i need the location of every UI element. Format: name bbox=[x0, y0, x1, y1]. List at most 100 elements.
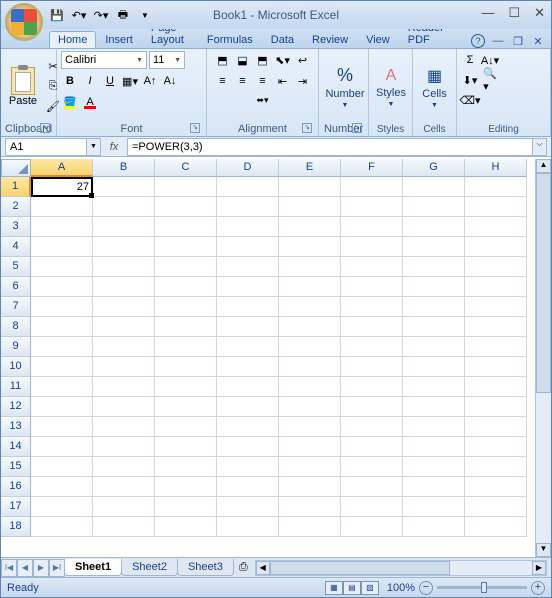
cell-H1[interactable] bbox=[465, 177, 527, 197]
merge-center-button[interactable]: ⬌▾ bbox=[233, 93, 293, 108]
column-header-E[interactable]: E bbox=[279, 159, 341, 177]
row-header-7[interactable]: 7 bbox=[1, 297, 31, 317]
cell-F14[interactable] bbox=[341, 437, 403, 457]
formula-input[interactable]: =POWER(3,3)⌵ bbox=[127, 138, 547, 156]
mdi-restore-icon[interactable]: ❐ bbox=[511, 34, 525, 48]
cell-C3[interactable] bbox=[155, 217, 217, 237]
font-color-button[interactable]: A bbox=[81, 93, 99, 111]
cell-C17[interactable] bbox=[155, 497, 217, 517]
cell-G1[interactable] bbox=[403, 177, 465, 197]
cell-E8[interactable] bbox=[279, 317, 341, 337]
row-header-11[interactable]: 11 bbox=[1, 377, 31, 397]
cell-C7[interactable] bbox=[155, 297, 217, 317]
cell-A10[interactable] bbox=[31, 357, 93, 377]
cell-G2[interactable] bbox=[403, 197, 465, 217]
cell-F18[interactable] bbox=[341, 517, 403, 537]
row-header-18[interactable]: 18 bbox=[1, 517, 31, 537]
cell-C1[interactable] bbox=[155, 177, 217, 197]
normal-view-button[interactable]: ▦ bbox=[325, 581, 343, 595]
align-top-button[interactable]: ⬒ bbox=[214, 51, 232, 69]
cell-F13[interactable] bbox=[341, 417, 403, 437]
cell-A3[interactable] bbox=[31, 217, 93, 237]
ribbon-tab-review[interactable]: Review bbox=[303, 31, 357, 48]
align-left-button[interactable]: ≡ bbox=[214, 72, 232, 90]
cell-A11[interactable] bbox=[31, 377, 93, 397]
align-middle-button[interactable]: ⬓ bbox=[234, 51, 252, 69]
cell-B5[interactable] bbox=[93, 257, 155, 277]
cell-G16[interactable] bbox=[403, 477, 465, 497]
cell-F2[interactable] bbox=[341, 197, 403, 217]
cell-D10[interactable] bbox=[217, 357, 279, 377]
number-format-button[interactable]: % Number▼ bbox=[323, 57, 367, 117]
cell-C6[interactable] bbox=[155, 277, 217, 297]
hscroll-thumb[interactable] bbox=[270, 561, 450, 575]
cell-A13[interactable] bbox=[31, 417, 93, 437]
cell-G11[interactable] bbox=[403, 377, 465, 397]
column-header-D[interactable]: D bbox=[217, 159, 279, 177]
cell-H12[interactable] bbox=[465, 397, 527, 417]
vertical-scrollbar[interactable]: ▲ ▼ bbox=[535, 159, 551, 557]
cell-E1[interactable] bbox=[279, 177, 341, 197]
cell-C10[interactable] bbox=[155, 357, 217, 377]
autosum-button[interactable]: Σ bbox=[461, 51, 479, 69]
ribbon-tab-insert[interactable]: Insert bbox=[96, 31, 142, 48]
cell-A18[interactable] bbox=[31, 517, 93, 537]
qat-customize-icon[interactable]: ▼ bbox=[137, 7, 153, 23]
font-dialog-launcher[interactable]: ↘ bbox=[190, 123, 200, 133]
cells-button[interactable]: ▦ Cells▼ bbox=[417, 57, 452, 117]
number-dialog-launcher[interactable]: ↘ bbox=[352, 123, 362, 133]
maximize-button[interactable]: ☐ bbox=[508, 5, 520, 21]
cell-D12[interactable] bbox=[217, 397, 279, 417]
cell-A2[interactable] bbox=[31, 197, 93, 217]
row-header-14[interactable]: 14 bbox=[1, 437, 31, 457]
cell-H11[interactable] bbox=[465, 377, 527, 397]
cell-F11[interactable] bbox=[341, 377, 403, 397]
shrink-font-button[interactable]: A↓ bbox=[161, 72, 179, 90]
row-header-8[interactable]: 8 bbox=[1, 317, 31, 337]
cell-H17[interactable] bbox=[465, 497, 527, 517]
row-header-2[interactable]: 2 bbox=[1, 197, 31, 217]
row-header-6[interactable]: 6 bbox=[1, 277, 31, 297]
scroll-down-button[interactable]: ▼ bbox=[536, 543, 551, 557]
cell-D7[interactable] bbox=[217, 297, 279, 317]
cell-C9[interactable] bbox=[155, 337, 217, 357]
cell-H16[interactable] bbox=[465, 477, 527, 497]
cell-D2[interactable] bbox=[217, 197, 279, 217]
cell-B17[interactable] bbox=[93, 497, 155, 517]
cell-E7[interactable] bbox=[279, 297, 341, 317]
cell-D5[interactable] bbox=[217, 257, 279, 277]
save-icon[interactable]: 💾 bbox=[49, 7, 65, 23]
cell-E5[interactable] bbox=[279, 257, 341, 277]
cell-E13[interactable] bbox=[279, 417, 341, 437]
font-size-combo[interactable]: 11▼ bbox=[149, 51, 185, 69]
cell-G4[interactable] bbox=[403, 237, 465, 257]
cell-C11[interactable] bbox=[155, 377, 217, 397]
cell-G13[interactable] bbox=[403, 417, 465, 437]
cell-E4[interactable] bbox=[279, 237, 341, 257]
office-button[interactable] bbox=[5, 3, 43, 41]
cell-D9[interactable] bbox=[217, 337, 279, 357]
cell-C14[interactable] bbox=[155, 437, 217, 457]
cell-B1[interactable] bbox=[93, 177, 155, 197]
cell-G9[interactable] bbox=[403, 337, 465, 357]
column-header-F[interactable]: F bbox=[341, 159, 403, 177]
cell-D11[interactable] bbox=[217, 377, 279, 397]
formula-expand-button[interactable]: ⌵ bbox=[532, 139, 546, 155]
cell-B2[interactable] bbox=[93, 197, 155, 217]
bold-button[interactable]: B bbox=[61, 72, 79, 90]
cell-E2[interactable] bbox=[279, 197, 341, 217]
cell-E3[interactable] bbox=[279, 217, 341, 237]
first-sheet-button[interactable]: I◀ bbox=[1, 559, 17, 577]
cell-C4[interactable] bbox=[155, 237, 217, 257]
cell-F4[interactable] bbox=[341, 237, 403, 257]
cell-B4[interactable] bbox=[93, 237, 155, 257]
cell-F1[interactable] bbox=[341, 177, 403, 197]
fill-color-button[interactable]: 🪣 bbox=[61, 93, 79, 111]
align-right-button[interactable]: ≡ bbox=[254, 72, 272, 90]
cell-F8[interactable] bbox=[341, 317, 403, 337]
cell-F3[interactable] bbox=[341, 217, 403, 237]
cell-D14[interactable] bbox=[217, 437, 279, 457]
row-header-13[interactable]: 13 bbox=[1, 417, 31, 437]
cell-E18[interactable] bbox=[279, 517, 341, 537]
cell-G17[interactable] bbox=[403, 497, 465, 517]
